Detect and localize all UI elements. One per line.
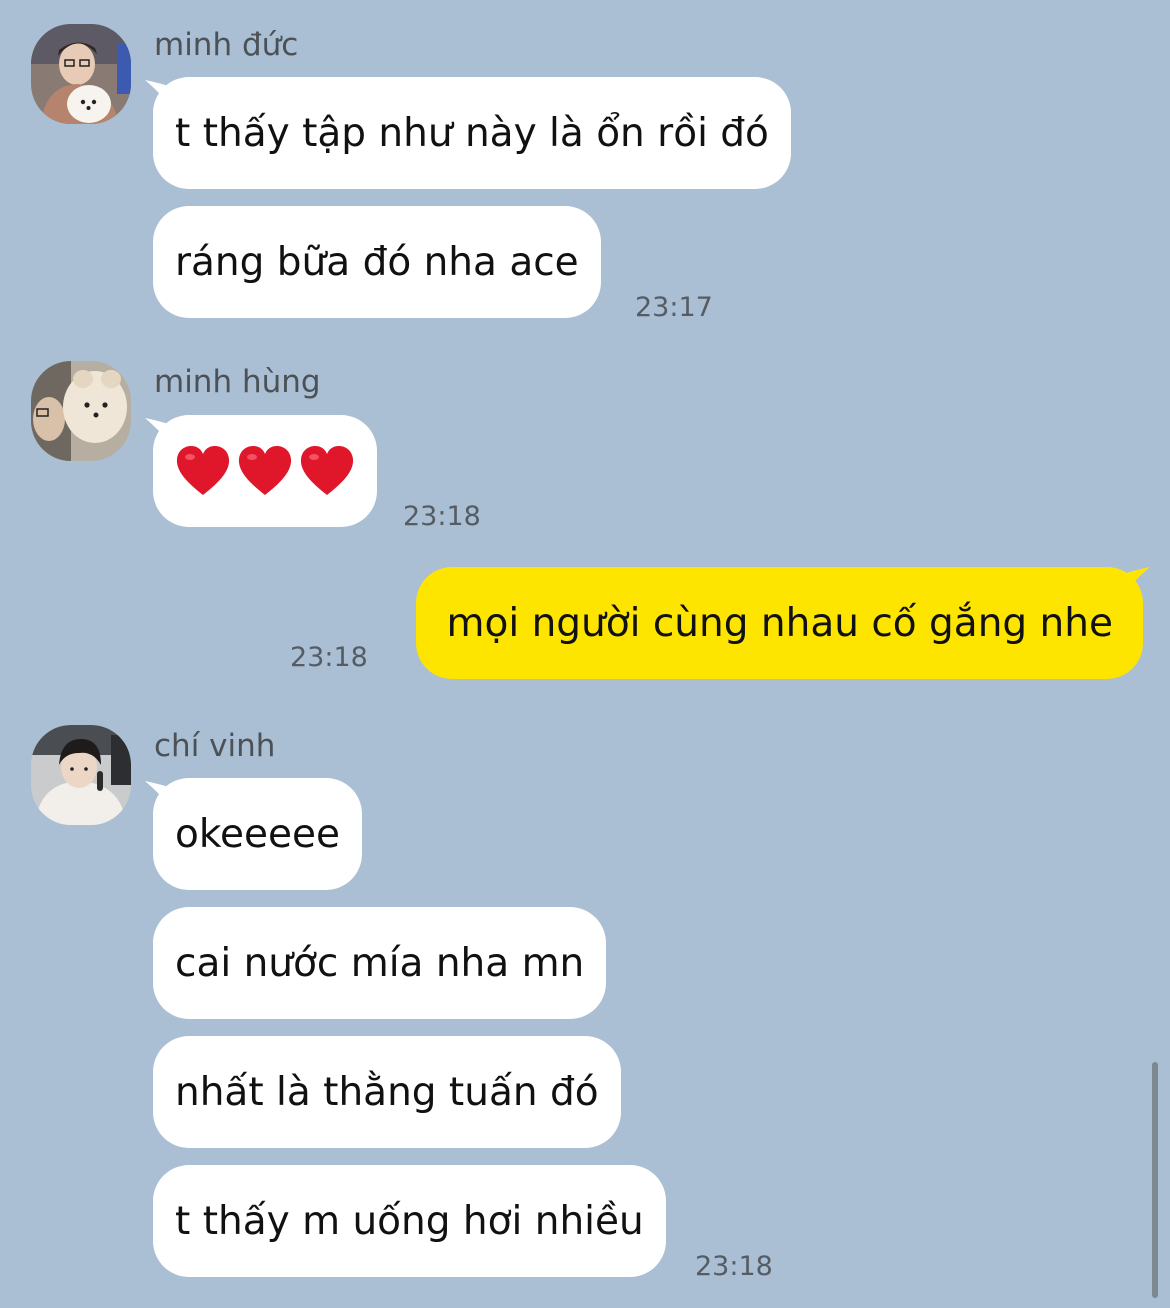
sender-name: minh hùng: [154, 364, 321, 400]
avatar-minh-duc[interactable]: [31, 24, 131, 124]
avatar-image: [31, 361, 131, 461]
avatar-chi-vinh[interactable]: [31, 725, 131, 825]
bubble-tail: [1126, 567, 1150, 591]
heart-icon: [176, 446, 230, 495]
message-bubble[interactable]: okeeeee: [153, 778, 363, 890]
message-bubble-outgoing[interactable]: mọi người cùng nhau cố gắng nhe: [416, 567, 1143, 679]
sender-name: minh đức: [154, 27, 299, 63]
avatar-image: [31, 725, 131, 825]
message-bubble[interactable]: cai nước mía nha mn: [153, 907, 607, 1019]
message-bubble[interactable]: [153, 415, 377, 527]
heart-icon: [238, 446, 292, 495]
message-time: 23:18: [695, 1251, 773, 1282]
avatar-image: [31, 24, 131, 124]
message-bubble[interactable]: ráng bữa đó nha ace: [153, 206, 601, 318]
sender-name: chí vinh: [154, 728, 276, 764]
message-bubble[interactable]: nhất là thằng tuấn đó: [153, 1036, 621, 1148]
heart-icon: [300, 446, 354, 495]
message-bubble[interactable]: t thấy tập như này là ổn rồi đó: [153, 77, 791, 189]
scrollbar[interactable]: [1152, 1062, 1158, 1298]
message-time: 23:18: [290, 642, 368, 673]
avatar-minh-hung[interactable]: [31, 361, 131, 461]
message-bubble[interactable]: t thấy m uống hơi nhiều: [153, 1165, 666, 1277]
message-time: 23:17: [635, 292, 713, 323]
message-time: 23:18: [403, 501, 481, 532]
heart-emojis: [175, 445, 355, 497]
